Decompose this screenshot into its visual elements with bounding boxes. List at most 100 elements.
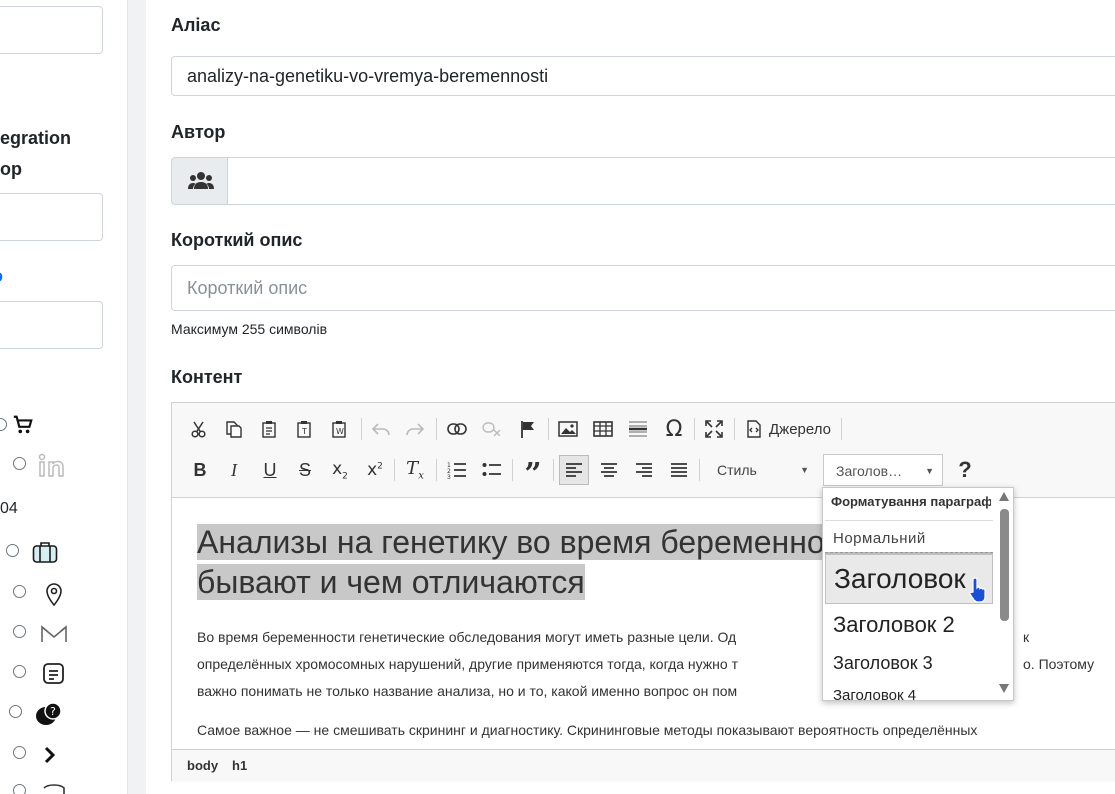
format-option-normal[interactable]: Нормальний: [825, 526, 993, 552]
toolbar-separator: [699, 459, 700, 481]
strikethrough-button[interactable]: S: [291, 456, 319, 484]
users-icon: [188, 172, 214, 189]
italic-button[interactable]: I: [220, 456, 248, 484]
author-label: Автор: [171, 122, 226, 142]
align-justify-icon[interactable]: [665, 456, 693, 484]
anchor-flag-icon[interactable]: [514, 415, 542, 443]
underline-button[interactable]: U: [256, 456, 284, 484]
sidebar-radio-briefcase[interactable]: [6, 544, 19, 557]
help-button[interactable]: ?: [951, 456, 979, 484]
paste-icon[interactable]: [256, 415, 284, 443]
author-input[interactable]: [227, 157, 1115, 205]
cut-icon[interactable]: [186, 415, 214, 443]
para1-line3: важно понимать не только название анализ…: [197, 683, 738, 699]
superscript-icon[interactable]: x2: [361, 456, 389, 484]
scroll-up-icon[interactable]: [999, 492, 1009, 501]
svg-text:3: 3: [447, 474, 451, 479]
format-option-heading-4[interactable]: Заголовок 4: [825, 684, 993, 700]
shield-icon: [41, 782, 69, 794]
align-center-icon[interactable]: [595, 456, 623, 484]
toolbar-separator: [548, 418, 549, 440]
toolbar-separator: [841, 418, 842, 440]
align-right-icon[interactable]: [630, 456, 658, 484]
paste-word-icon[interactable]: W: [326, 415, 354, 443]
cart-icon: [12, 414, 40, 442]
sidebar-divider: [127, 0, 146, 794]
short-desc-hint: Максимум 255 символів: [171, 321, 328, 337]
format-combo-label: Заголов…: [836, 463, 903, 479]
dropdown-divider: [825, 520, 993, 521]
toolbar-separator: [512, 459, 513, 481]
alias-label: Аліас: [171, 15, 221, 35]
redo-icon[interactable]: [401, 415, 429, 443]
format-combo[interactable]: Заголов… ▼: [823, 454, 943, 486]
hand-cursor-icon: [969, 577, 986, 602]
sidebar-o-label: o: [0, 266, 3, 287]
alias-input[interactable]: analizy-na-genetiku-vo-vremya-beremennos…: [171, 56, 1115, 96]
source-button[interactable]: Джерело: [769, 421, 831, 438]
sidebar-radio-linkedin[interactable]: [13, 457, 26, 470]
sidebar-input-3[interactable]: [0, 301, 103, 349]
toolbar-separator: [394, 459, 395, 481]
content-paragraph-2[interactable]: Самое важное — не смешивать скрининг и д…: [197, 717, 1107, 744]
editor-toolbar: T W Ω Джерело B I U S x2 x2 Tx 1 2 3 ” С…: [172, 403, 1115, 498]
content-heading[interactable]: Анализы на генетику во время беременно б…: [197, 522, 857, 602]
horizontal-line-icon[interactable]: [624, 415, 652, 443]
toolbar-separator: [436, 418, 437, 440]
format-option-heading-3[interactable]: Заголовок 3: [825, 648, 993, 678]
path-body[interactable]: body: [187, 758, 218, 773]
chat-question-icon: ?: [34, 701, 62, 729]
align-left-icon[interactable]: [559, 455, 589, 485]
svg-text:W: W: [336, 427, 344, 436]
bulleted-list-icon[interactable]: [478, 456, 506, 484]
dropdown-scrollbar[interactable]: [999, 492, 1010, 694]
toolbar-separator: [361, 418, 362, 440]
undo-icon[interactable]: [367, 415, 395, 443]
sidebar-radio-cart[interactable]: [0, 418, 7, 431]
sidebar-radio-chat[interactable]: [9, 705, 22, 718]
blockquote-icon[interactable]: ”: [519, 456, 547, 490]
sidebar-radio-note[interactable]: [13, 665, 26, 678]
bold-button[interactable]: B: [186, 456, 214, 484]
numbered-list-icon[interactable]: 123: [443, 456, 471, 484]
left-sidebar: egration op o 04 ?: [0, 0, 127, 794]
copy-icon[interactable]: [220, 415, 248, 443]
svg-text:?: ?: [50, 705, 56, 718]
scroll-down-icon[interactable]: [999, 684, 1009, 693]
sidebar-radio-shield[interactable]: [13, 784, 26, 794]
sidebar-radio-location[interactable]: [13, 585, 26, 598]
format-combo-arrow-icon: ▼: [925, 466, 934, 476]
format-option-heading-2[interactable]: Заголовок 2: [825, 608, 993, 642]
sidebar-input-1[interactable]: [0, 6, 103, 54]
toolbar-separator: [734, 418, 735, 440]
special-char-omega-icon[interactable]: Ω: [660, 415, 688, 443]
sidebar-input-2[interactable]: [0, 193, 103, 241]
source-icon[interactable]: [740, 415, 768, 443]
scroll-thumb[interactable]: [1000, 509, 1009, 621]
link-icon[interactable]: [443, 415, 471, 443]
toolbar-separator: [694, 418, 695, 440]
note-icon: [42, 662, 70, 690]
para1-line1-tail: к: [1023, 629, 1030, 645]
paste-text-icon[interactable]: T: [291, 415, 319, 443]
sidebar-radio-chevron[interactable]: [13, 746, 26, 759]
unlink-icon[interactable]: [478, 415, 506, 443]
subscript-icon[interactable]: x2: [326, 456, 354, 484]
heading-line-2: бывают и чем отличаются: [197, 564, 585, 600]
remove-format-icon[interactable]: Tx: [401, 456, 429, 484]
path-h1[interactable]: h1: [232, 758, 247, 773]
maximize-icon[interactable]: [700, 415, 728, 443]
heading-line-1: Анализы на генетику во время беременно: [197, 524, 825, 560]
sidebar-radio-mail[interactable]: [13, 625, 26, 638]
sidebar-integration-label: egration: [0, 128, 72, 148]
style-combo[interactable]: Стиль ▼: [705, 454, 817, 486]
chevron-right-icon: [42, 744, 70, 772]
format-option-heading-1[interactable]: Заголовок: [825, 554, 993, 604]
image-icon[interactable]: [554, 415, 582, 443]
linkedin-icon: [38, 452, 66, 480]
short-desc-input[interactable]: Короткий опис: [171, 265, 1115, 311]
sidebar-04-label: 04: [0, 500, 18, 517]
table-icon[interactable]: [589, 415, 617, 443]
svg-text:T: T: [301, 427, 307, 436]
editor-status-bar: body h1: [172, 749, 1115, 782]
